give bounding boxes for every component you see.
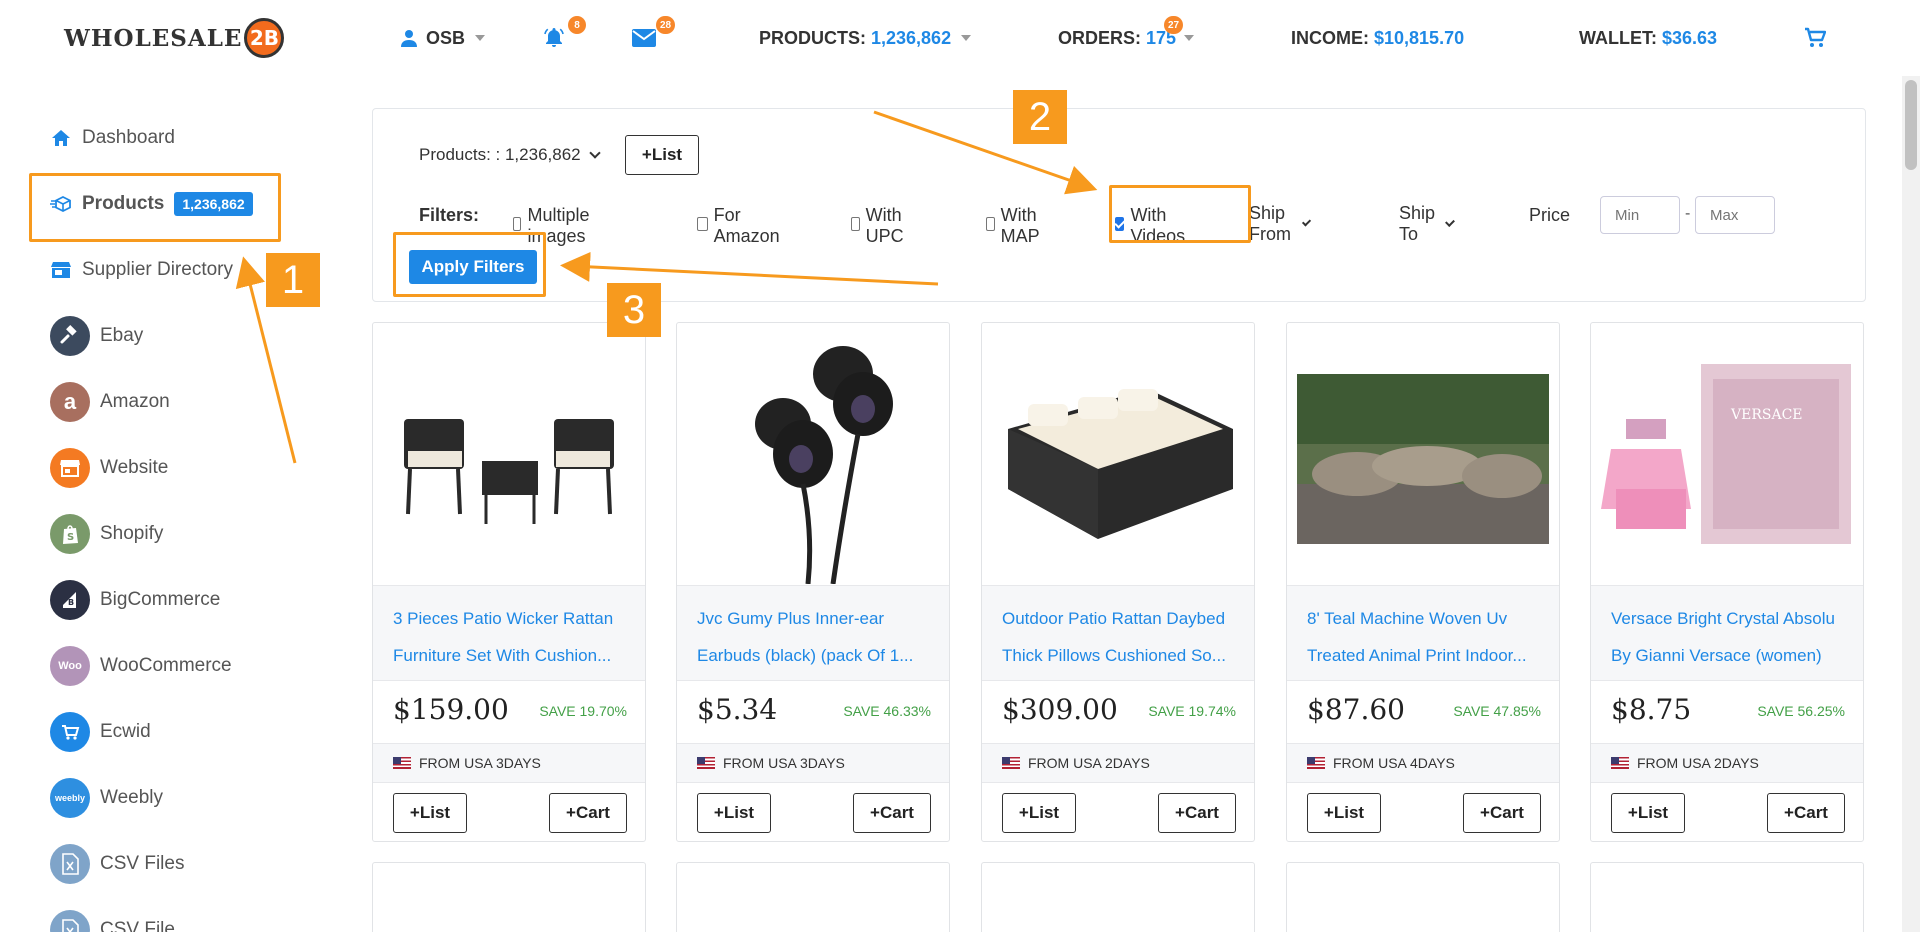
scrollbar-thumb[interactable]	[1905, 80, 1917, 170]
annotation-arrows	[235, 110, 1098, 464]
step-marker-1: 1	[266, 253, 320, 307]
scrollbar[interactable]	[1902, 76, 1920, 932]
step-marker-3: 3	[607, 283, 661, 337]
step-marker-2: 2	[1013, 90, 1067, 144]
